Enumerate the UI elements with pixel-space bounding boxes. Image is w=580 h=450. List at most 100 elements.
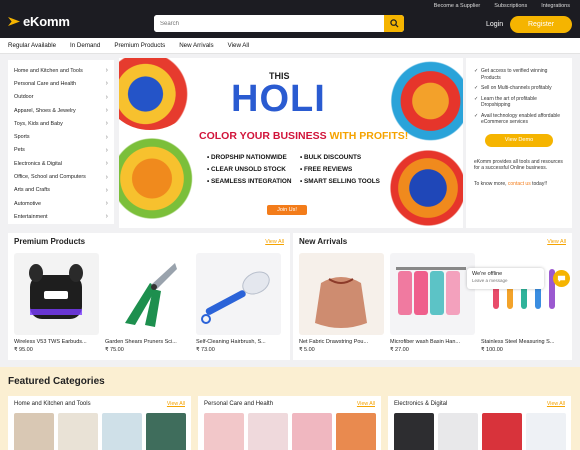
category-thumbnail bbox=[146, 413, 186, 450]
become-supplier-link[interactable]: Become a Supplier bbox=[434, 3, 480, 9]
sidebar-item-label: Office, School and Computers bbox=[14, 174, 86, 181]
drawstring-pouch-image bbox=[315, 277, 367, 328]
sidebar-item-outdoor[interactable]: Outdoor › bbox=[8, 91, 114, 104]
login-link[interactable]: Login bbox=[486, 21, 503, 28]
brand-name: eKomm bbox=[23, 14, 70, 29]
chat-offline-popup[interactable]: We're offline Leave a message bbox=[467, 268, 544, 289]
promo-panel: Get access to verified winning Products … bbox=[466, 58, 572, 228]
chevron-right-icon: › bbox=[105, 160, 108, 168]
sidebar-item-label: Entertainment bbox=[14, 213, 48, 220]
chevron-right-icon: › bbox=[105, 67, 108, 75]
register-button[interactable]: Register bbox=[510, 16, 572, 33]
promo-know-post: today!! bbox=[530, 181, 548, 188]
banner-point: • BULK DISCOUNTS bbox=[300, 154, 362, 161]
category-thumbnail bbox=[102, 413, 142, 450]
featured-card-title: Electronics & Digital bbox=[394, 401, 448, 407]
nav-view-all[interactable]: View All bbox=[228, 42, 250, 49]
sidebar-item-sports[interactable]: Sports › bbox=[8, 130, 114, 143]
view-demo-button[interactable]: View Demo bbox=[485, 133, 553, 147]
promo-benefit: Avail technology enabled affordable eCom… bbox=[474, 113, 564, 126]
arrivals-view-all-link[interactable]: View All bbox=[547, 239, 566, 245]
chat-icon bbox=[557, 275, 566, 283]
product-price: ₹ 5.00 bbox=[299, 347, 315, 353]
sidebar-item-office[interactable]: Office, School and Computers › bbox=[8, 170, 114, 183]
chevron-right-icon: › bbox=[105, 93, 108, 101]
nav-premium-products[interactable]: Premium Products bbox=[114, 42, 165, 49]
sidebar-item-label: Arts and Crafts bbox=[14, 187, 50, 194]
brand-logo[interactable]: eKomm bbox=[8, 14, 70, 29]
promo-benefit: Sell on Multi-channels profitably bbox=[474, 85, 564, 92]
banner-holi-title: HOLI bbox=[231, 78, 326, 120]
integrations-link[interactable]: Integrations bbox=[541, 3, 570, 9]
featured-view-all-link[interactable]: View All bbox=[167, 401, 185, 407]
product-card[interactable]: Wireless V53 TWS Earbuds... ₹ 95.00 bbox=[14, 253, 99, 353]
sidebar-item-label: Electronics & Digital bbox=[14, 160, 62, 167]
chevron-right-icon: › bbox=[105, 186, 108, 194]
search-button[interactable] bbox=[384, 15, 404, 32]
banner-point: • SMART SELLING TOOLS bbox=[300, 178, 380, 185]
sidebar-item-pets[interactable]: Pets › bbox=[8, 144, 114, 157]
category-thumbnail bbox=[204, 413, 244, 450]
featured-card-title: Personal Care and Health bbox=[204, 401, 274, 407]
product-card[interactable]: Net Fabric Drawstring Pou... ₹ 5.00 bbox=[299, 253, 384, 353]
search-icon bbox=[389, 19, 399, 28]
search-input[interactable] bbox=[154, 15, 384, 32]
featured-card-title: Home and Kitchen and Tools bbox=[14, 401, 91, 407]
section-title: New Arrivals bbox=[299, 237, 348, 246]
sidebar-item-arts[interactable]: Arts and Crafts › bbox=[8, 184, 114, 197]
sidebar-item-electronics[interactable]: Electronics & Digital › bbox=[8, 157, 114, 170]
nav-in-demand[interactable]: In Demand bbox=[70, 42, 100, 49]
featured-card[interactable]: Electronics & Digital View All bbox=[388, 396, 571, 450]
promo-benefit: Learn the art of profitable Dropshipping bbox=[474, 96, 564, 109]
search-bar bbox=[154, 15, 404, 32]
featured-view-all-link[interactable]: View All bbox=[357, 401, 375, 407]
product-card[interactable]: Self-Cleaning Hairbrush, S... ₹ 73.00 bbox=[196, 253, 281, 353]
chevron-right-icon: › bbox=[105, 120, 108, 128]
product-card[interactable]: Garden Shears Pruners Sci... ₹ 75.00 bbox=[105, 253, 190, 353]
banner-subtitle-b: WITH PROFITS! bbox=[329, 130, 409, 142]
featured-card[interactable]: Home and Kitchen and Tools View All bbox=[8, 396, 191, 450]
top-header: eKomm Become a Supplier Subscriptions In… bbox=[0, 0, 580, 38]
chat-title: We're offline bbox=[472, 271, 503, 277]
sidebar-item-home-kitchen[interactable]: Home and Kitchen and Tools › bbox=[8, 64, 114, 77]
earbuds-image bbox=[29, 264, 83, 319]
sidebar-item-apparel[interactable]: Apparel, Shoes & Jewelry › bbox=[8, 104, 114, 117]
category-thumbnail bbox=[58, 413, 98, 450]
product-price: ₹ 95.00 bbox=[14, 347, 33, 353]
nav-new-arrivals[interactable]: New Arrivals bbox=[179, 42, 213, 49]
sidebar-item-automotive[interactable]: Automotive › bbox=[8, 197, 114, 210]
product-name: Stainless Steel Measuring S... bbox=[481, 339, 555, 345]
join-us-button[interactable]: Join Us! bbox=[267, 205, 307, 215]
contact-us-link[interactable]: contact us bbox=[508, 181, 531, 187]
product-price: ₹ 27.00 bbox=[390, 347, 409, 353]
product-card[interactable]: Microfiber wash Basin Han... ₹ 27.00 bbox=[390, 253, 475, 353]
holi-banner[interactable]: THIS HOLI COLOR YOUR BUSINESS WITH PROFI… bbox=[119, 58, 463, 228]
chat-subtitle: Leave a message bbox=[472, 278, 508, 283]
featured-view-all-link[interactable]: View All bbox=[547, 401, 565, 407]
product-price: ₹ 75.00 bbox=[105, 347, 124, 353]
chat-button[interactable] bbox=[553, 270, 570, 287]
featured-card[interactable]: Personal Care and Health View All bbox=[198, 396, 381, 450]
premium-products-panel: Premium Products View All Wireless V53 T… bbox=[8, 233, 290, 360]
banner-point: • FREE REVIEWS bbox=[300, 166, 353, 173]
sidebar-item-label: Toys, Kids and Baby bbox=[14, 120, 63, 127]
sidebar-item-label: Personal Care and Health bbox=[14, 80, 77, 87]
banner-point: • DROPSHIP NATIONWIDE bbox=[207, 154, 287, 161]
banner-point: • SEAMLESS INTEGRATION bbox=[207, 178, 292, 185]
sidebar-item-personal-care[interactable]: Personal Care and Health › bbox=[8, 77, 114, 90]
promo-description: eKomm provides all tools and resources f… bbox=[474, 158, 563, 171]
subscriptions-link[interactable]: Subscriptions bbox=[494, 3, 527, 9]
category-thumbnail bbox=[394, 413, 434, 450]
banner-points: • DROPSHIP NATIONWIDE • BULK DISCOUNTS •… bbox=[207, 154, 387, 185]
category-thumbnail bbox=[292, 413, 332, 450]
sidebar-item-label: Apparel, Shoes & Jewelry bbox=[14, 107, 76, 114]
chevron-right-icon: › bbox=[105, 146, 108, 154]
category-thumbnail bbox=[438, 413, 478, 450]
nav-regular-available[interactable]: Regular Available bbox=[8, 42, 56, 49]
category-thumbnail bbox=[336, 413, 376, 450]
sidebar-item-entertainment[interactable]: Entertainment › bbox=[8, 210, 114, 223]
sidebar-item-toys[interactable]: Toys, Kids and Baby › bbox=[8, 117, 114, 130]
main-nav: Regular Available In Demand Premium Prod… bbox=[0, 38, 580, 54]
garden-shears-image bbox=[125, 263, 177, 327]
premium-view-all-link[interactable]: View All bbox=[265, 239, 284, 245]
